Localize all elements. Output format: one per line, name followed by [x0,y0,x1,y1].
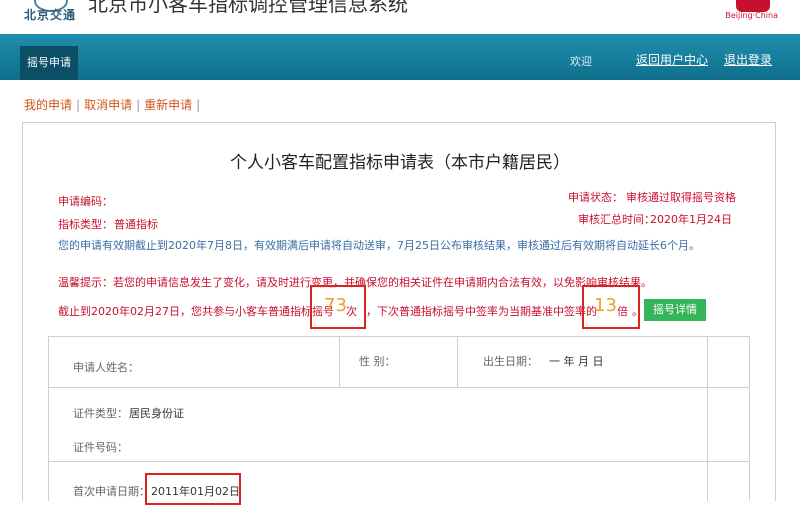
my-application-link[interactable]: 我的申请 [24,98,72,112]
row-divider [49,461,749,462]
indicator-type-value: 普通指标 [114,218,158,231]
beijing-transport-logo: 北京交通 [20,0,80,26]
validity-note: 您的申请有效期截止到2020年7月8日，有效期满后申请将自动送审，7月25日公布… [58,239,700,252]
multiple-value: 13 [594,295,617,316]
site-title: 北京市小客车指标调控管理信息系统 [88,0,408,16]
lottery-count-prefix: 截止到2020年02月27日，您共参与小客车普通指标摇号 [58,305,334,318]
separator: | [196,98,201,112]
id-type-label: 证件类型： [73,407,128,420]
top-header: 北京交通 北京市小客车指标调控管理信息系统 Beijing·China [0,0,800,30]
birth-date-value: 一 年 月 日 [549,355,604,368]
application-code-label: 申请编码： [58,195,113,208]
form-title: 个人小客车配置指标申请表（本市户籍居民） [230,153,570,173]
cancel-application-link[interactable]: 取消申请 [84,98,132,112]
tab-lottery-application[interactable]: 摇号申请 [20,46,78,80]
birth-date-label: 出生日期： [483,355,538,368]
sub-navigation: 我的申请 | 取消申请 | 重新申请 | [24,96,204,113]
multiple-end: 。 [632,305,643,318]
status-label: 申请状态： [568,191,623,204]
id-type-value: 居民身份证 [129,407,184,420]
return-user-center-link[interactable]: 返回用户中心 [636,51,708,68]
summary-time-label: 审核汇总时间： [578,213,655,226]
multiple-middle-text: ，下次普通指标摇号中签率为当期基准中签率的 [366,305,597,318]
lottery-details-button[interactable]: 摇号详情 [644,299,706,321]
summary-time-value: 2020年1月24日 [650,213,732,226]
status-value: 审核通过取得摇号资格 [626,191,736,204]
welcome-text: 欢迎 [570,55,592,68]
lottery-count-unit: 次 [346,305,357,318]
gender-label: 性 别： [359,355,396,368]
column-divider [339,337,340,387]
lottery-count-value: 73 [324,295,347,316]
multiple-unit: 倍 [617,305,628,318]
column-divider [707,337,708,501]
separator: | [76,98,81,112]
logo-text: 北京交通 [24,8,77,22]
row-divider [49,387,749,388]
logout-link[interactable]: 退出登录 [724,51,772,68]
reapply-link[interactable]: 重新申请 [144,98,192,112]
brand-text: Beijing·China [725,11,778,20]
applicant-name-label: 申请人姓名： [73,361,139,374]
first-application-date-label: 首次申请日期： [73,485,150,498]
separator: | [136,98,141,112]
id-number-label: 证件号码： [73,441,128,454]
applicant-info-table: 申请人姓名： 性 别： 出生日期： 一 年 月 日 证件类型： 居民身份证 证件… [48,336,750,505]
column-divider [457,337,458,387]
first-application-date-value: 2011年01月02日 [151,485,240,498]
indicator-type-label: 指标类型： [58,218,113,231]
nav-bar: 摇号申请 欢迎 返回用户中心 退出登录 [0,34,800,80]
